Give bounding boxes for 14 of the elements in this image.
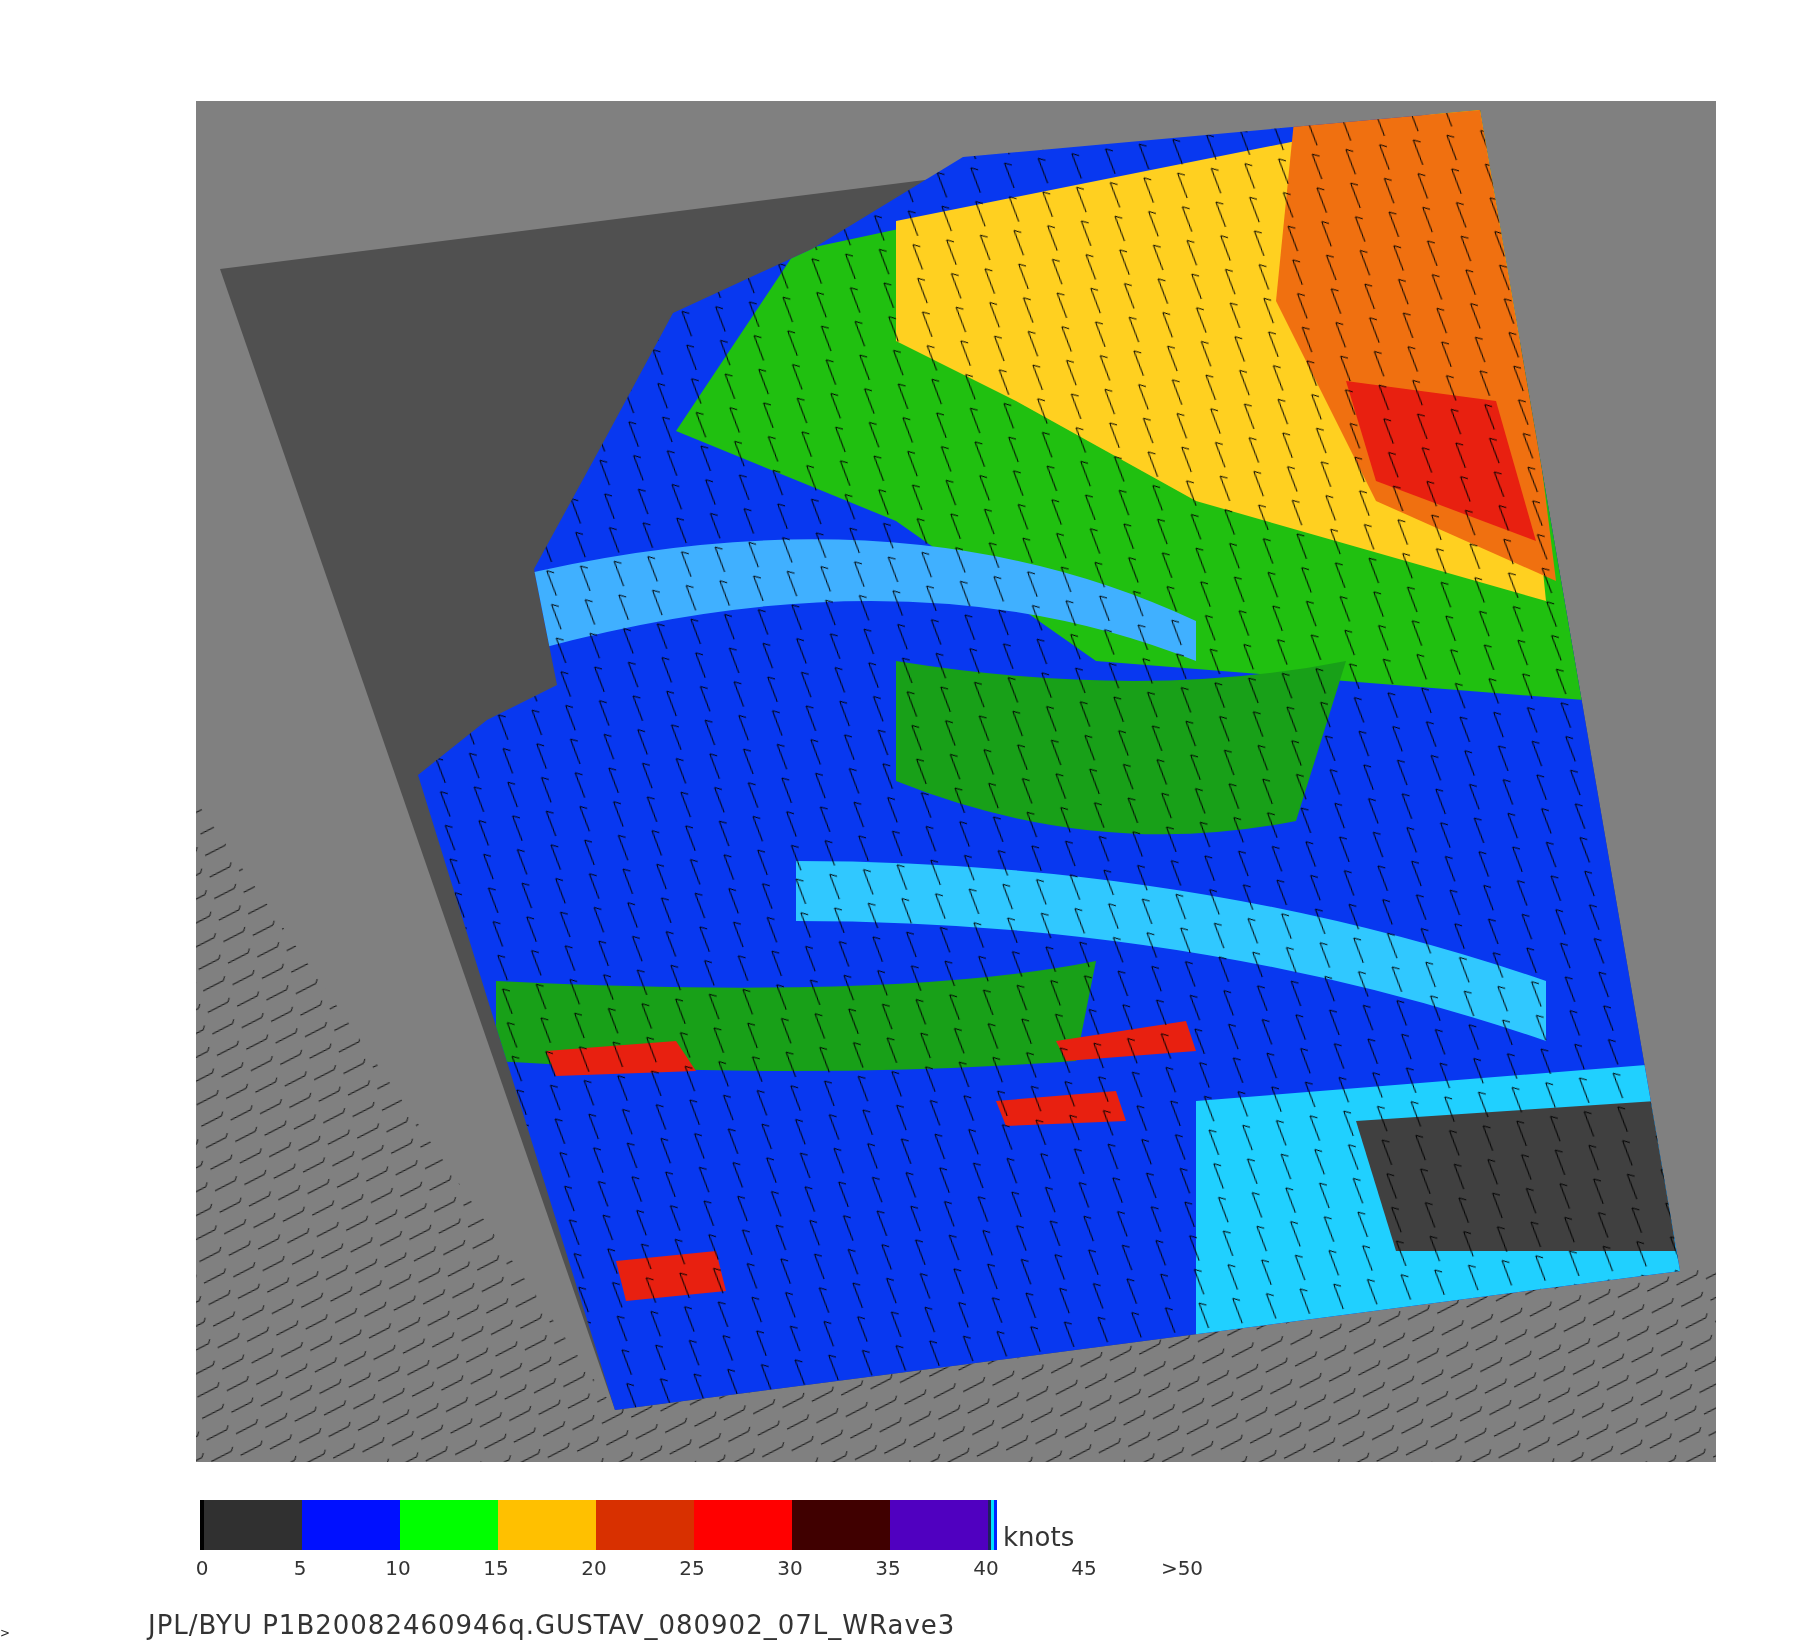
caption: JPL/BYU P1B20082460946q.GUSTAV_080902_07L_WRave3 — [148, 1610, 956, 1640]
tick-label: 25 — [678, 1556, 706, 1580]
tick-label: 20 — [580, 1556, 608, 1580]
tick-label: 10 — [384, 1556, 412, 1580]
tick-label: 15 — [482, 1556, 510, 1580]
tick-label: 40 — [972, 1556, 1000, 1580]
tick-label: 0 — [194, 1556, 210, 1580]
tick-label: 45 — [1070, 1556, 1098, 1580]
unit-label: knots — [1003, 1524, 1075, 1550]
corner-mark: > — [0, 1626, 12, 1640]
tick-label: 5 — [292, 1556, 308, 1580]
tick-label: 35 — [874, 1556, 902, 1580]
tick-label: 30 — [776, 1556, 804, 1580]
tick-label: >50 — [1159, 1556, 1205, 1580]
